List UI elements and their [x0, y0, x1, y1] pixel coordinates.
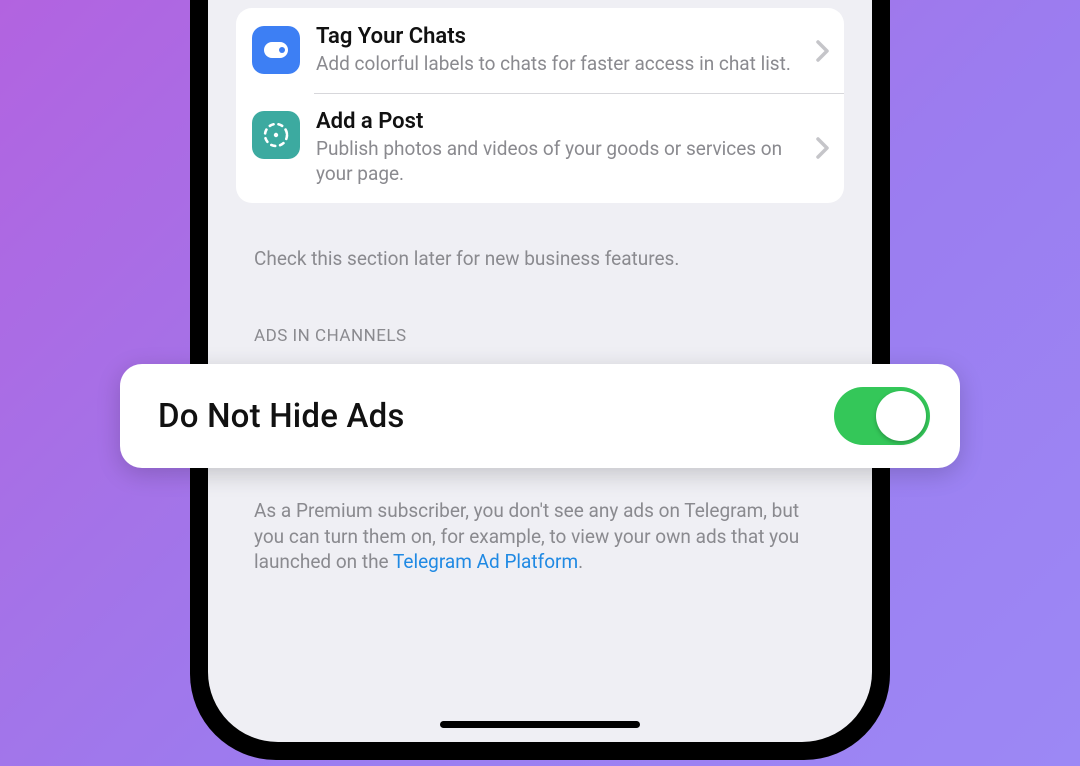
telegram-ad-platform-link[interactable]: Telegram Ad Platform	[393, 550, 578, 573]
row-desc: Add colorful labels to chats for faster …	[316, 52, 806, 77]
toggle-knob	[876, 391, 926, 441]
list-row-tag-chats[interactable]: Tag Your Chats Add colorful labels to ch…	[236, 8, 844, 93]
chevron-right-icon	[816, 40, 830, 62]
list-row-add-post[interactable]: Add a Post Publish photos and videos of …	[236, 93, 844, 203]
business-features-list: Tag Your Chats Add colorful labels to ch…	[236, 8, 844, 203]
row-title: Tag Your Chats	[316, 24, 806, 50]
home-indicator	[440, 721, 640, 728]
row-text: Add a Post Publish photos and videos of …	[316, 109, 828, 187]
row-text: Tag Your Chats Add colorful labels to ch…	[316, 24, 828, 77]
ads-footer-post: .	[578, 550, 583, 573]
ads-section-header: ADS IN CHANNELS	[254, 326, 826, 346]
post-icon	[252, 111, 300, 159]
business-features-footer: Check this section later for new busines…	[254, 246, 826, 272]
row-desc: Publish photos and videos of your goods …	[316, 137, 806, 186]
do-not-hide-ads-card: Do Not Hide Ads	[120, 364, 960, 468]
tag-icon	[252, 26, 300, 74]
ads-section-footer: As a Premium subscriber, you don't see a…	[254, 498, 826, 575]
toggle-label: Do Not Hide Ads	[158, 397, 405, 436]
chevron-right-icon	[816, 137, 830, 159]
row-title: Add a Post	[316, 109, 806, 135]
do-not-hide-ads-toggle[interactable]	[834, 387, 930, 445]
stage: Tag Your Chats Add colorful labels to ch…	[0, 0, 1080, 766]
